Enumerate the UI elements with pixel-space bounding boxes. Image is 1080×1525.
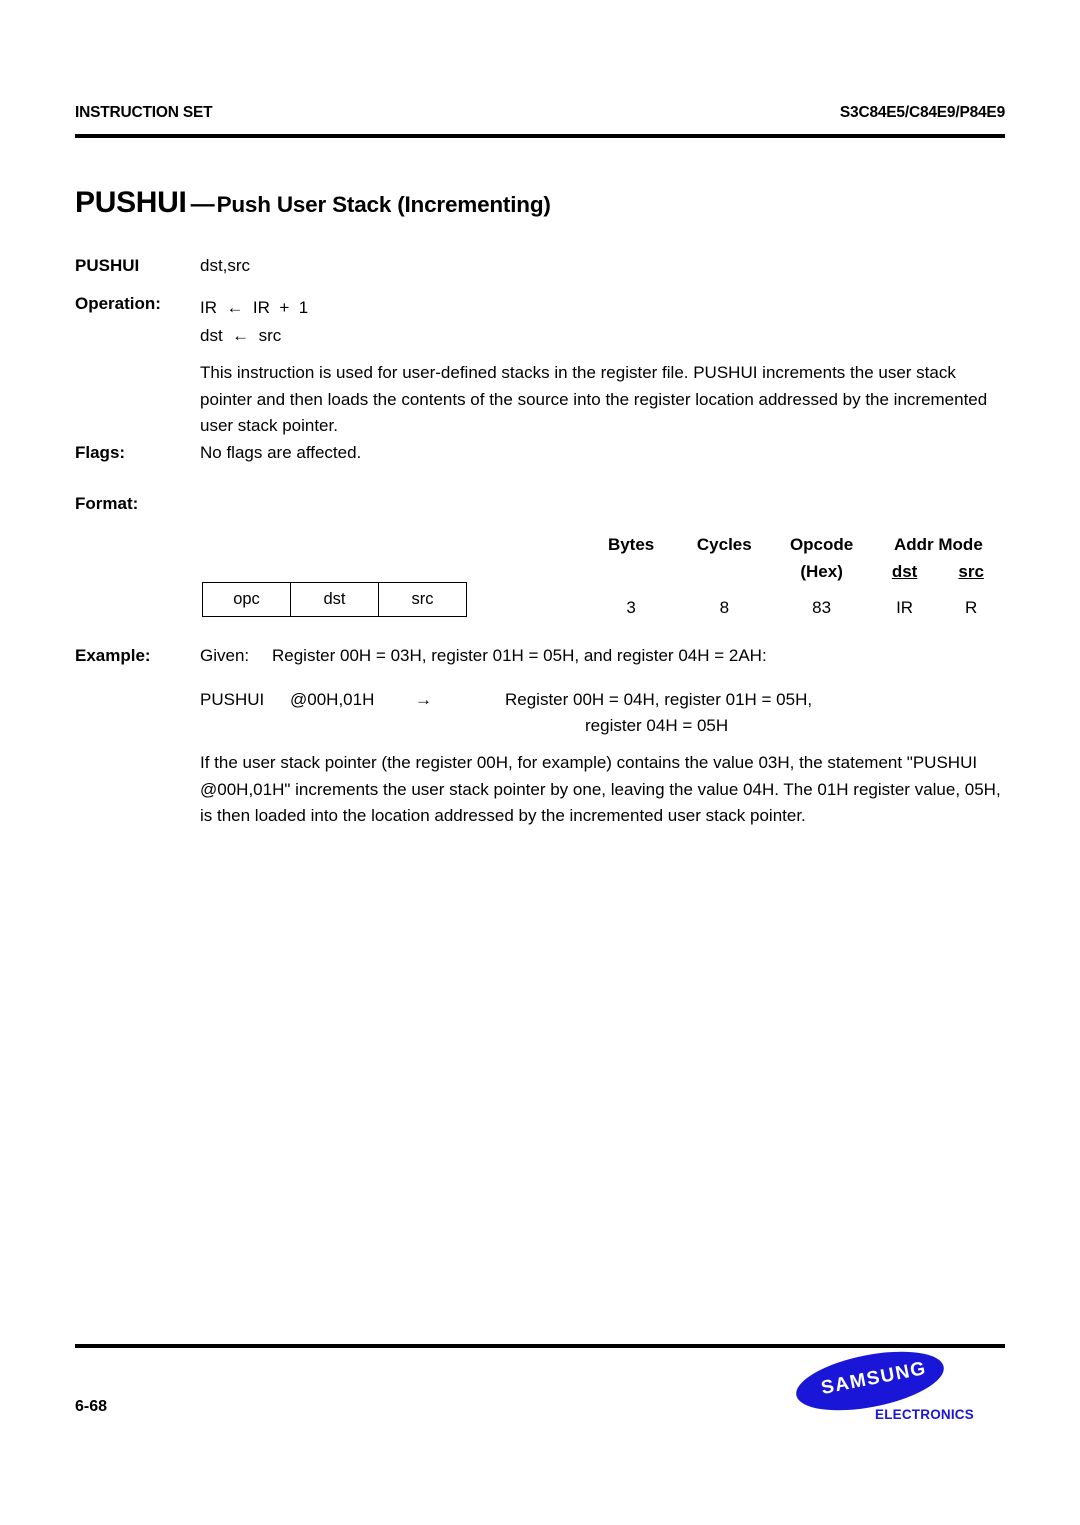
example-given-text: Register 00H = 03H, register 01H = 05H, … (272, 646, 767, 665)
format-value-bytes: 3 (626, 598, 636, 617)
format-value-dst: IR (896, 598, 914, 617)
format-table: Bytes Cycles Opcode Addr Mode (Hex) dst … (585, 528, 1005, 618)
closing-paragraph: If the user stack pointer (the register … (200, 753, 1001, 825)
opcode-byte-cell-opc: opc (203, 583, 291, 616)
flags-label: Flags: (75, 443, 126, 462)
instruction-description: Push User Stack (Incrementing) (216, 192, 551, 217)
document-page: INSTRUCTION SET S3C84E5/C84E9/P84E9 PUSH… (0, 0, 1080, 1525)
logo-subtext: ELECTRONICS (875, 1407, 974, 1422)
footer-rule (75, 1344, 1005, 1348)
opcode-byte-cell-src: src (411, 590, 434, 608)
header-rule (75, 134, 1005, 138)
title-dash: — (190, 191, 215, 218)
format-value-cycles: 8 (719, 598, 730, 617)
format-label: Format: (75, 494, 139, 513)
format-header-addr-mode: Addr Mode (894, 535, 983, 554)
format-subheader-opcode-hex: (Hex) (800, 562, 843, 581)
format-value-opcode: 83 (812, 598, 832, 617)
example-given-line: Given: Register 00H = 03H, register 01H =… (200, 646, 767, 666)
opcode-byte-cell-dst: dst (291, 583, 379, 616)
example-statement-line: PUSHUI @00H,01H → Register 00H = 04H, regis… (200, 690, 812, 710)
format-subheader-dst-text: dst (891, 562, 918, 581)
opcode-byte-diagram: opc dst src (202, 582, 467, 617)
instruction-mnemonic: PUSHUI (75, 186, 187, 219)
format-table-header-row: Bytes Cycles Opcode Addr Mode (585, 528, 1005, 555)
format-table-subheader-row: (Hex) dst src (585, 555, 1005, 582)
flags-value: No flags are affected. (200, 443, 362, 462)
example-result-line-1: Register 00H = 04H, register 01H = 05H, (505, 690, 813, 709)
format-subheader-src: src (937, 555, 1005, 582)
page-number: 6-68 (75, 1398, 108, 1415)
format-header-bytes: Bytes (607, 535, 655, 554)
example-statement-args: @00H,01H (290, 690, 375, 709)
format-value-src: R (965, 598, 978, 617)
format-subheader-dst: dst (872, 555, 938, 582)
format-header-cycles: Cycles (696, 535, 752, 554)
operation-line-2: dst ← src (200, 326, 282, 345)
example-given-word: Given: (200, 646, 250, 665)
format-subheader-bytes-blank (585, 555, 677, 582)
operation-body: IR ← IR + 1 dst ← src (200, 294, 308, 350)
samsung-logo: SAMSUNG ELECTRONICS (791, 1341, 1005, 1430)
page-header: INSTRUCTION SET S3C84E5/C84E9/P84E9 (75, 104, 1005, 122)
format-area: opc dst src Bytes Cycles Opcode Addr Mod… (75, 528, 1005, 638)
header-section-title: INSTRUCTION SET (75, 104, 213, 121)
example-result-line-2: register 04H = 05H (585, 716, 729, 735)
syntax-mnemonic-label: PUSHUI (75, 256, 140, 275)
syntax-operands: dst,src (200, 256, 251, 275)
format-header-opcode: Opcode (789, 535, 854, 554)
example-label: Example: (75, 646, 151, 665)
format-table-value-row: 3 8 83 IR R (585, 582, 1005, 618)
description-paragraph: This instruction is used for user-define… (200, 363, 988, 435)
operation-line-1: IR ← IR + 1 (200, 298, 309, 317)
right-arrow-icon: → (415, 690, 432, 709)
example-statement-op: PUSHUI (200, 690, 265, 709)
operation-label: Operation: (75, 294, 161, 313)
format-subheader-src-text: src (958, 562, 984, 581)
header-device-family: S3C84E5/C84E9/P84E9 (839, 104, 1005, 121)
format-subheader-cycles-blank (677, 555, 771, 582)
instruction-title: PUSHUI —Push User Stack (Incrementing) (75, 186, 551, 220)
